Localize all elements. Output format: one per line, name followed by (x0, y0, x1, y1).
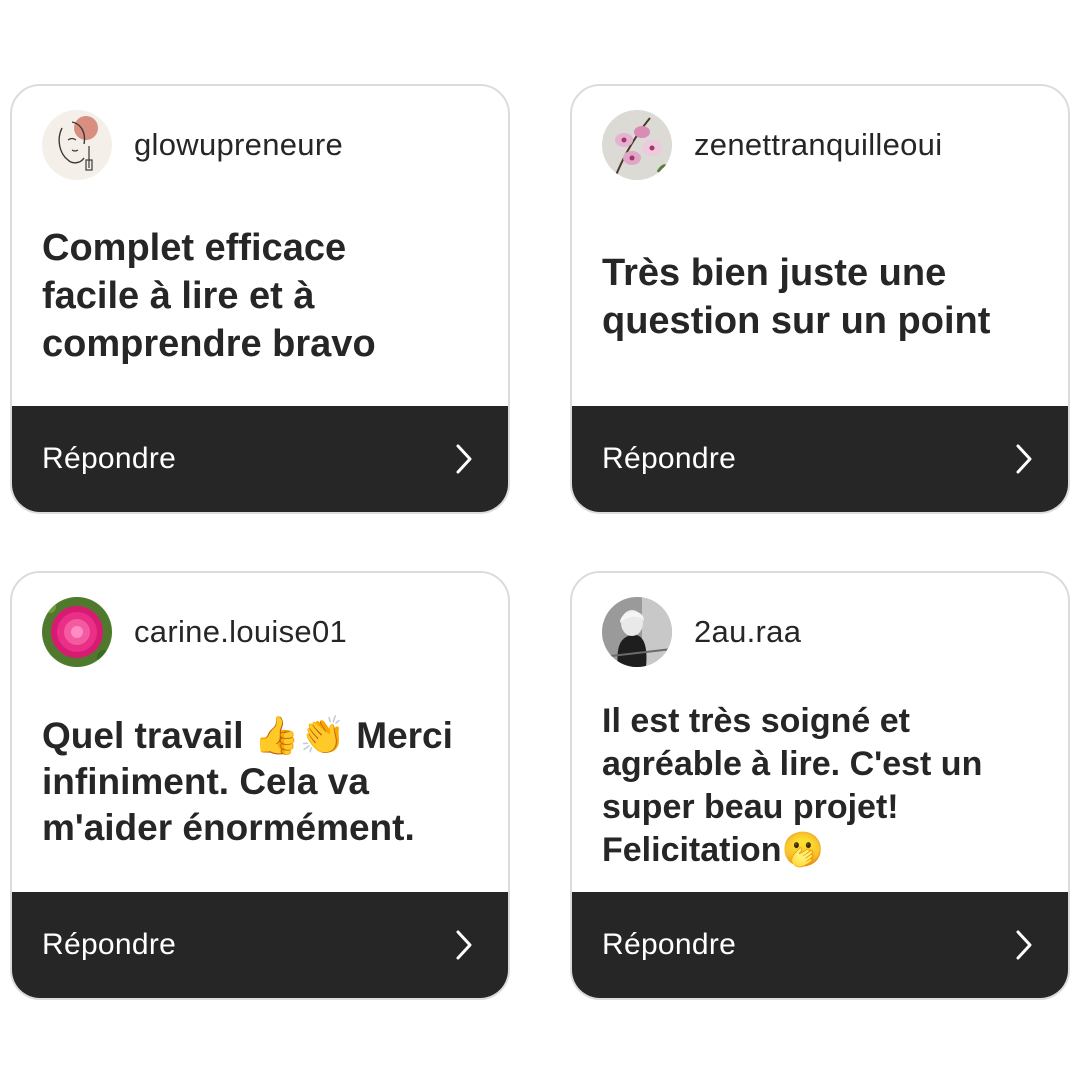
avatar[interactable] (42, 597, 112, 667)
comment-card: 2au.raa Il est très soigné et agréable à… (570, 571, 1070, 1000)
chevron-right-icon (456, 930, 472, 960)
comment-text: Très bien juste une question sur un poin… (602, 249, 1050, 345)
avatar[interactable] (602, 110, 672, 180)
pink-flower-photo-icon (42, 597, 112, 667)
comment-line: agréable à lire. C'est un (602, 745, 983, 783)
reply-label: Répondre (602, 928, 737, 961)
comment-card-body: glowupreneure Complet efficace facile à … (12, 86, 508, 408)
reply-button[interactable]: Répondre (572, 892, 1068, 998)
comment-line: Complet efficace (42, 227, 347, 269)
comment-line: comprendre bravo (42, 323, 376, 365)
username[interactable]: 2au.raa (694, 614, 801, 650)
reply-label: Répondre (42, 928, 177, 961)
thumbs-up-icon: 👍 (253, 714, 300, 757)
reply-label: Répondre (42, 442, 177, 475)
comment-line: super beau projet! (602, 788, 899, 826)
line-art-face-icon (42, 110, 112, 180)
bw-portrait-photo-icon (602, 597, 672, 667)
username[interactable]: zenettranquilleoui (694, 127, 942, 163)
user-row[interactable]: 2au.raa (602, 597, 801, 667)
username[interactable]: glowupreneure (134, 127, 343, 163)
username[interactable]: carine.louise01 (134, 614, 347, 650)
comment-line: Felicitation🫢 (602, 829, 1050, 872)
reply-label: Répondre (602, 442, 737, 475)
comment-card: zenettranquilleoui Très bien juste une q… (570, 84, 1070, 514)
comment-line: Quel travail 👍👏 Merci (42, 713, 490, 759)
reply-button[interactable]: Répondre (572, 406, 1068, 512)
chevron-right-icon (1016, 444, 1032, 474)
user-row[interactable]: zenettranquilleoui (602, 110, 942, 180)
comment-segment: Quel travail (42, 715, 254, 756)
user-row[interactable]: glowupreneure (42, 110, 343, 180)
avatar[interactable] (42, 110, 112, 180)
reply-button[interactable]: Répondre (12, 892, 508, 998)
comment-line: Très bien juste une (602, 252, 947, 294)
clapping-hands-icon: 👏 (299, 714, 346, 757)
chevron-right-icon (456, 444, 472, 474)
comment-segment: Felicitation (602, 831, 782, 869)
comment-line: facile à lire et à (42, 275, 315, 317)
comment-text: Il est très soigné et agréable à lire. C… (602, 700, 1050, 872)
comment-card-body: 2au.raa Il est très soigné et agréable à… (572, 573, 1068, 894)
comment-card: glowupreneure Complet efficace facile à … (10, 84, 510, 514)
comment-card-body: carine.louise01 Quel travail 👍👏 Merci in… (12, 573, 508, 894)
face-with-hand-over-mouth-icon: 🫢 (781, 830, 824, 870)
reply-button[interactable]: Répondre (12, 406, 508, 512)
comment-text: Quel travail 👍👏 Merci infiniment. Cela v… (42, 713, 490, 851)
comment-card: carine.louise01 Quel travail 👍👏 Merci in… (10, 571, 510, 1000)
comment-line: question sur un point (602, 300, 991, 342)
comment-text: Complet efficace facile à lire et à comp… (42, 224, 490, 368)
comment-line: m'aider énormément. (42, 807, 415, 848)
orchid-photo-icon (602, 110, 672, 180)
user-row[interactable]: carine.louise01 (42, 597, 347, 667)
chevron-right-icon (1016, 930, 1032, 960)
comment-line: infiniment. Cela va (42, 761, 369, 802)
comment-line: Il est très soigné et (602, 702, 910, 740)
comment-card-body: zenettranquilleoui Très bien juste une q… (572, 86, 1068, 408)
avatar[interactable] (602, 597, 672, 667)
comment-segment: Merci (345, 715, 453, 756)
